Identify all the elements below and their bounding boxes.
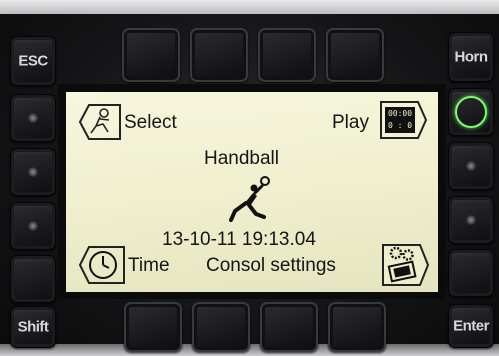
right-softkey-3[interactable] [448,196,494,244]
date-time-readout: 13-10-11 19:13.04 [162,229,316,250]
shift-label: Shift [17,318,49,336]
key-dot-icon [28,167,38,177]
clock-icon[interactable] [78,244,126,286]
scoreboard-time-text: 00:00 [387,109,413,118]
settings-gears-icon[interactable] [382,242,430,288]
led-indicator-icon [455,96,487,128]
esc-button[interactable]: ESC [10,36,56,86]
key-dot-icon [28,113,38,123]
handball-player-icon [229,176,270,222]
top-panel-edge [0,0,499,14]
esc-label: ESC [18,52,48,70]
enter-button[interactable]: Enter [448,304,494,348]
select-label: Select [124,112,177,133]
left-softkey-3[interactable] [10,202,56,250]
key-dot-icon [28,221,38,231]
top-key-4[interactable] [326,28,384,82]
left-softkey-2[interactable] [10,148,56,196]
top-key-1[interactable] [122,28,180,82]
shift-button[interactable]: Shift [10,306,56,348]
key-dot-icon [466,161,476,171]
bottom-key-3[interactable] [260,302,318,352]
right-softkey-1[interactable] [448,88,494,136]
bottom-key-1[interactable] [124,302,182,352]
sport-title: Handball [204,148,279,169]
top-key-2[interactable] [190,28,248,82]
play-label: Play [332,112,369,133]
lcd-display: Select Play 00:00 0 : 0 Handball 13-10-1… [66,92,438,292]
key-dot-icon [466,215,476,225]
select-sport-icon[interactable] [78,100,122,144]
left-softkey-1[interactable] [10,94,56,142]
left-softkey-4[interactable] [10,255,56,303]
time-label: Time [128,255,170,276]
bottom-key-2[interactable] [192,302,250,352]
horn-button[interactable]: Horn [448,32,494,82]
console-settings-label: Consol settings [206,255,336,276]
play-scoreboard-icon[interactable]: 00:00 0 : 0 [380,101,428,139]
scoreboard-score-text: 0 : 0 [387,121,413,130]
right-softkey-4[interactable] [448,249,494,297]
enter-label: Enter [453,317,489,335]
horn-label: Horn [454,48,489,66]
right-softkey-2[interactable] [448,142,494,190]
bottom-key-4[interactable] [328,302,386,352]
top-key-3[interactable] [258,28,316,82]
